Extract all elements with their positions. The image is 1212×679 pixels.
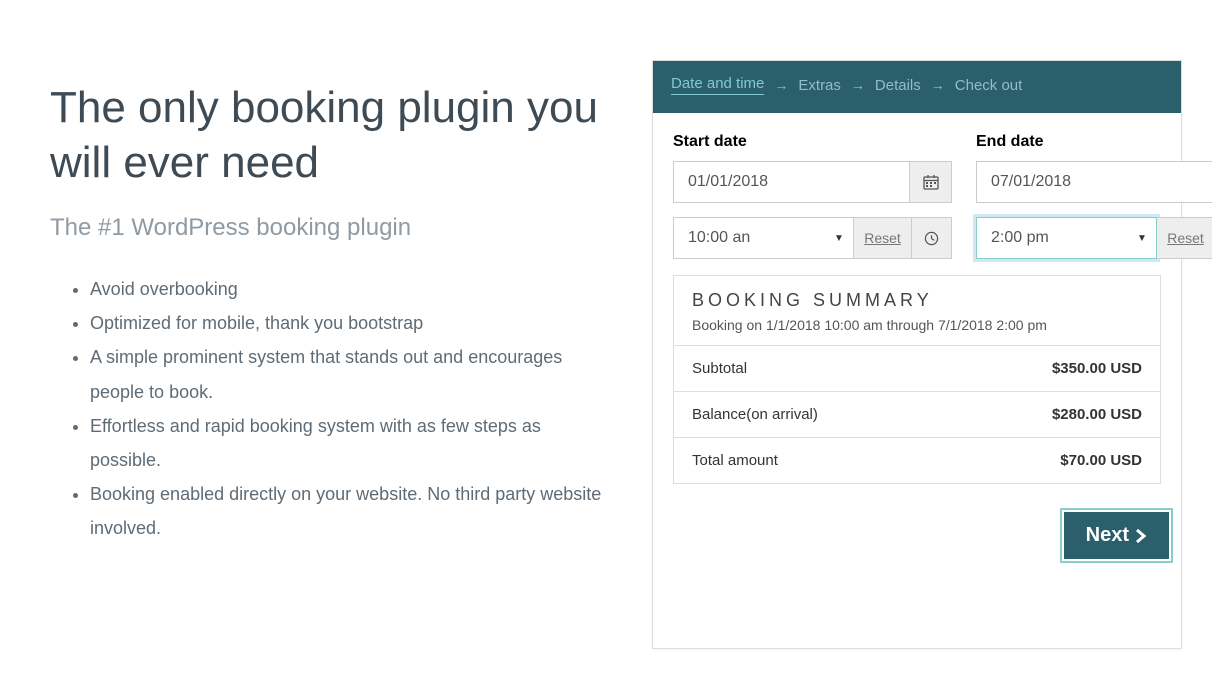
next-button-label: Next bbox=[1086, 524, 1129, 547]
arrow-icon: → bbox=[774, 77, 788, 93]
start-date-input[interactable] bbox=[674, 162, 909, 202]
end-date-label: End date bbox=[976, 133, 1212, 151]
start-date-field[interactable] bbox=[673, 161, 952, 203]
end-time-reset[interactable]: Reset bbox=[1157, 217, 1212, 259]
end-time-value: 2:00 pm bbox=[977, 218, 1128, 258]
feature-list: Avoid overbooking Optimized for mobile, … bbox=[50, 272, 612, 546]
summary-amount: $350.00 USD bbox=[1052, 360, 1142, 377]
start-date-label: Start date bbox=[673, 133, 952, 151]
summary-label: Total amount bbox=[692, 452, 778, 469]
chevron-right-icon bbox=[1135, 528, 1147, 544]
list-item: Booking enabled directly on your website… bbox=[90, 477, 612, 545]
summary-row-balance: Balance(on arrival) $280.00 USD bbox=[674, 392, 1160, 438]
summary-amount: $70.00 USD bbox=[1060, 452, 1142, 469]
step-details[interactable]: Details bbox=[875, 77, 921, 94]
end-time-select[interactable]: 2:00 pm ▼ bbox=[976, 217, 1157, 259]
start-time-select[interactable]: 10:00 an ▼ bbox=[673, 217, 854, 259]
start-time-reset[interactable]: Reset bbox=[854, 217, 912, 259]
booking-summary: BOOKING SUMMARY Booking on 1/1/2018 10:0… bbox=[673, 275, 1161, 484]
step-check-out[interactable]: Check out bbox=[955, 77, 1023, 94]
list-item: A simple prominent system that stands ou… bbox=[90, 340, 612, 408]
end-date-field[interactable] bbox=[976, 161, 1212, 203]
step-extras[interactable]: Extras bbox=[798, 77, 841, 94]
summary-row-subtotal: Subtotal $350.00 USD bbox=[674, 346, 1160, 392]
list-item: Avoid overbooking bbox=[90, 272, 612, 306]
step-date-and-time[interactable]: Date and time bbox=[671, 75, 764, 95]
calendar-icon[interactable] bbox=[909, 162, 951, 202]
chevron-down-icon: ▼ bbox=[825, 218, 853, 258]
chevron-down-icon: ▼ bbox=[1128, 218, 1156, 258]
next-button[interactable]: Next bbox=[1064, 512, 1169, 559]
summary-label: Balance(on arrival) bbox=[692, 406, 818, 423]
start-time-value: 10:00 an bbox=[674, 218, 825, 258]
step-bar: Date and time → Extras → Details → Check… bbox=[653, 61, 1181, 113]
hero-title: The only booking plugin you will ever ne… bbox=[50, 80, 612, 190]
summary-row-total: Total amount $70.00 USD bbox=[674, 438, 1160, 483]
end-date-input[interactable] bbox=[977, 162, 1212, 202]
summary-title: BOOKING SUMMARY bbox=[692, 290, 1142, 311]
summary-amount: $280.00 USD bbox=[1052, 406, 1142, 423]
booking-widget: Date and time → Extras → Details → Check… bbox=[652, 60, 1182, 649]
list-item: Optimized for mobile, thank you bootstra… bbox=[90, 306, 612, 340]
summary-label: Subtotal bbox=[692, 360, 747, 377]
clock-icon[interactable] bbox=[912, 217, 952, 259]
arrow-icon: → bbox=[851, 77, 865, 93]
hero-subtitle: The #1 WordPress booking plugin bbox=[50, 214, 612, 242]
summary-subtitle: Booking on 1/1/2018 10:00 am through 7/1… bbox=[692, 317, 1142, 333]
list-item: Effortless and rapid booking system with… bbox=[90, 409, 612, 477]
arrow-icon: → bbox=[931, 77, 945, 93]
